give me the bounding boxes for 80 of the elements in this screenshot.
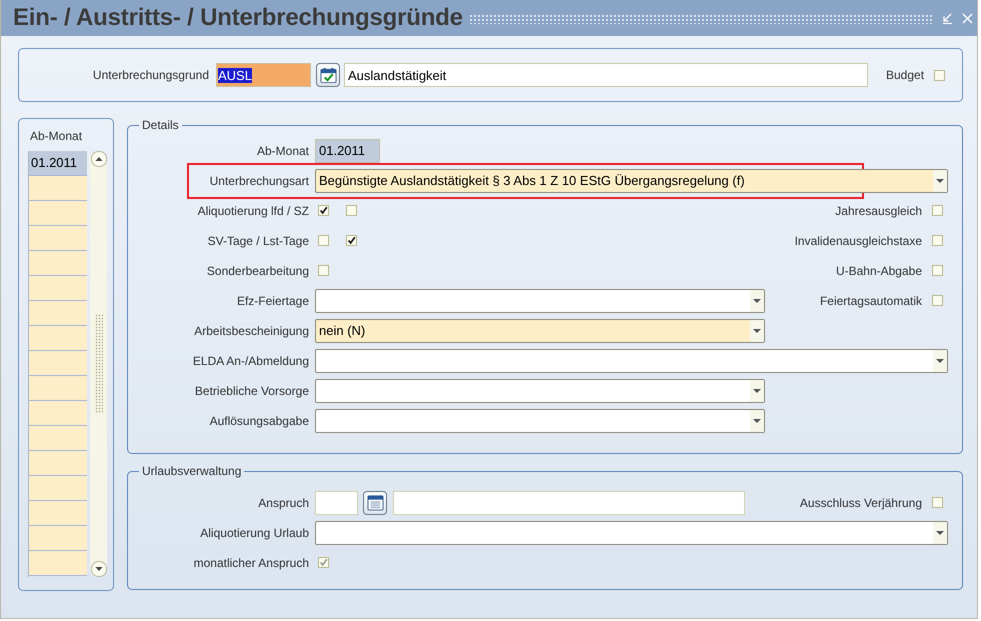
field-label: Arbeitsbescheinigung (194, 324, 309, 338)
empty-row[interactable] (29, 451, 87, 476)
dropdown[interactable] (315, 520, 948, 544)
field-label: monatlicher Anspruch (194, 556, 309, 570)
empty-row[interactable] (29, 251, 87, 276)
empty-row[interactable] (29, 526, 87, 551)
checkbox-label: U-Bahn-Abgabe (836, 264, 922, 278)
dropdown-arrow-icon[interactable] (753, 328, 761, 332)
checkbox[interactable] (318, 235, 329, 246)
group-title: Details (141, 118, 180, 132)
checkbox[interactable] (346, 235, 357, 246)
dropdown[interactable] (315, 348, 948, 372)
field-label: Aliquotierung lfd / SZ (198, 204, 309, 218)
checkbox[interactable] (318, 205, 329, 216)
checkbox[interactable] (932, 497, 943, 508)
calendar-button[interactable] (363, 490, 387, 514)
field-label: Aliquotierung Urlaub (200, 526, 309, 540)
dropdown-arrow-icon[interactable] (936, 530, 944, 534)
empty-row[interactable] (29, 426, 87, 451)
input-field[interactable] (393, 490, 745, 514)
checkbox[interactable] (932, 235, 943, 246)
checkbox[interactable] (932, 295, 943, 306)
input-field[interactable] (315, 490, 358, 514)
checkbox[interactable] (318, 265, 329, 276)
list-row[interactable]: 01.2011 (29, 151, 87, 176)
empty-row[interactable] (29, 476, 87, 501)
field-label: ELDA An-/Abmeldung (192, 354, 309, 368)
checkbox-label: Jahresausgleich (835, 204, 922, 218)
checkbox[interactable] (934, 70, 946, 80)
dropdown-arrow-icon[interactable] (936, 178, 944, 182)
scrollbar[interactable] (90, 151, 107, 577)
column-header: Ab-Monat (29, 129, 84, 145)
window-title: Ein- / Austritts- / Unterbrechungsgründe (13, 4, 463, 32)
checkbox[interactable] (346, 205, 357, 216)
checkbox-label: Feiertagsautomatik (820, 294, 922, 308)
empty-row[interactable] (29, 176, 87, 201)
scroll-down-icon[interactable] (90, 561, 106, 577)
dropdown-arrow-icon[interactable] (753, 388, 761, 392)
calendar-icon (366, 494, 384, 511)
empty-row[interactable] (29, 401, 87, 426)
dropdown-arrow-icon[interactable] (753, 298, 761, 302)
checkbox-label: Invalidenausgleichstaxe (794, 234, 922, 248)
scroll-up-icon[interactable] (90, 151, 106, 167)
field-label: SV-Tage / Lst-Tage (208, 234, 309, 248)
readonly-field: 01.2011 (315, 138, 380, 162)
field-label: Auflösungsabgabe (210, 414, 309, 428)
empty-row[interactable] (29, 326, 87, 351)
code-field[interactable]: AUSL (216, 63, 311, 87)
empty-row[interactable] (29, 501, 87, 526)
dropdown[interactable] (315, 288, 765, 312)
dropdown-arrow-icon[interactable] (753, 418, 761, 422)
field-label: Sonderbearbeitung (206, 264, 309, 278)
field-label: Efz-Feiertage (236, 294, 309, 308)
checkbox-label: Ausschluss Verjährung (800, 496, 922, 510)
field-label: Unterbrechungsgrund (92, 68, 209, 82)
field-label: Betriebliche Vorsorge (194, 384, 309, 398)
minimize-icon[interactable] (942, 12, 953, 24)
group-title: Urlaubsverwaltung (141, 464, 242, 478)
close-icon[interactable] (962, 12, 973, 24)
field-label: Unterbrechungsart (210, 174, 309, 188)
dropdown[interactable]: Begünstigte Auslandstätigkeit § 3 Abs 1 Z 10 EStG Übergangsregelung (f) (315, 168, 948, 192)
field-label: Ab-Monat (256, 144, 309, 158)
dropdown-arrow-icon[interactable] (936, 358, 944, 362)
checkbox-label: Budget (886, 68, 924, 82)
checkbox[interactable] (932, 205, 943, 216)
empty-row[interactable] (29, 351, 87, 376)
scroll-grip[interactable] (94, 314, 102, 414)
empty-row[interactable] (29, 376, 87, 401)
empty-row[interactable] (29, 226, 87, 251)
dropdown[interactable]: nein (N) (315, 318, 765, 342)
dropdown[interactable] (315, 378, 765, 402)
calendar-button[interactable] (316, 63, 340, 87)
dropdown[interactable] (315, 408, 765, 432)
empty-row[interactable] (29, 301, 87, 326)
field-label: Anspruch (258, 496, 309, 510)
empty-row[interactable] (29, 276, 87, 301)
empty-row[interactable] (29, 201, 87, 226)
description-field[interactable]: Auslandstätigkeit (344, 63, 868, 87)
checkbox[interactable] (932, 265, 943, 276)
calendar-check-icon (320, 66, 336, 84)
